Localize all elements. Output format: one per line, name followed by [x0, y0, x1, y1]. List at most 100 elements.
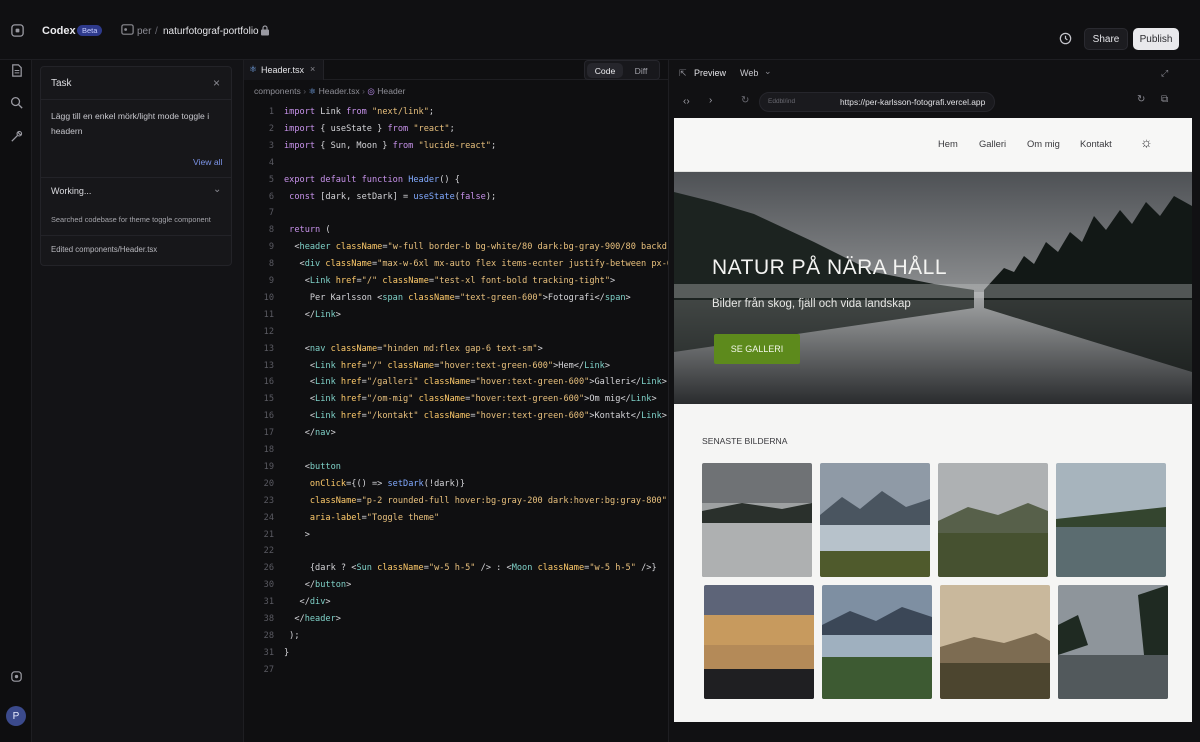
task-panel: Task × Lägg till en enkel mörk/light mod… [32, 60, 244, 742]
section-title: SENASTE BILDERNA [702, 436, 788, 446]
nav-link-om-mig[interactable]: Om mig [1027, 138, 1060, 149]
line-number: 31 [263, 597, 274, 608]
open-external-icon[interactable]: ⧉ [1161, 94, 1168, 105]
settings-icon[interactable] [6, 666, 26, 686]
code-token: > [335, 614, 341, 624]
gallery-image[interactable] [820, 463, 930, 577]
line-number: 28 [263, 630, 274, 641]
code-line[interactable]: 17 </nav> [244, 425, 668, 441]
code-line[interactable]: 31} [244, 645, 668, 661]
logo-icon[interactable] [7, 20, 27, 40]
code-line[interactable]: 9 <Link href="/" className="test-xl font… [244, 273, 668, 289]
code-token: ; [490, 140, 497, 151]
code-line[interactable]: 20 onClick={() => setDark(!dark)} [244, 476, 668, 492]
gallery-image[interactable] [1056, 463, 1166, 577]
code-line[interactable]: 13 <nav className="hinden md:flex gap-6 … [244, 341, 668, 357]
history-icon[interactable] [1055, 28, 1075, 48]
close-icon[interactable]: × [310, 64, 315, 74]
view-all-link[interactable]: View all [193, 157, 222, 167]
breadcrumb-user[interactable]: per [137, 26, 151, 37]
chevron-down-icon[interactable]: ⌄ [213, 184, 221, 195]
gallery-image[interactable] [822, 585, 932, 699]
code-line[interactable]: 24 aria-label="Toggle theme" [244, 510, 668, 526]
code-line[interactable]: 19 <button [244, 459, 668, 475]
code-line[interactable]: 13 <Link href="/" className="hover:text-… [244, 358, 668, 374]
back-icon[interactable]: ‹› [683, 96, 690, 107]
sun-icon[interactable]: ☼ [1140, 134, 1153, 150]
code-token: Link [315, 411, 341, 422]
breadcrumb-item[interactable]: Header [377, 86, 405, 96]
target-select[interactable]: Web [740, 68, 758, 78]
nav-link-hem[interactable]: Hem [938, 138, 958, 149]
code-lines[interactable]: 1 import Link from "next/link"; 2 import { … [244, 104, 668, 704]
tools-icon[interactable] [6, 126, 26, 146]
code-line[interactable]: 22 [244, 543, 668, 559]
code-line[interactable]: 16 <Link href="/galleri" className="hove… [244, 374, 668, 390]
divider [41, 177, 231, 178]
code-token: "w-full border-b bg-white/80 dark:bg-gra… [387, 242, 668, 253]
gallery-image[interactable] [940, 585, 1050, 699]
tab-header-tsx[interactable]: ⚛ Header.tsx × [244, 60, 324, 80]
files-icon[interactable] [6, 60, 26, 80]
gallery-image[interactable] [938, 463, 1048, 577]
code-line[interactable]: 9 <header className="w-full border-b bg-… [244, 239, 668, 255]
code-line[interactable]: 3 import { Sun, Moon } from "lucide-react… [244, 138, 668, 154]
code-token: > [661, 411, 667, 422]
reload-icon[interactable]: ↻ [741, 95, 749, 106]
code-view-button[interactable]: Code [587, 63, 623, 78]
code-line[interactable]: 1 import Link from "next/link"; [244, 104, 668, 120]
share-button[interactable]: Share [1084, 28, 1128, 50]
close-icon[interactable]: × [213, 76, 220, 90]
url-bar[interactable]: Eddbl/ind https://per-karlsson-fotografi… [759, 92, 995, 112]
code-line[interactable]: 16 <Link href="/kontakt" className="hove… [244, 408, 668, 424]
code-line[interactable]: 11 </Link> [244, 307, 668, 323]
gallery-image[interactable] [702, 463, 812, 577]
gallery-image[interactable] [1058, 585, 1168, 699]
line-number: 8 [268, 259, 274, 270]
project-name[interactable]: naturfotograf-portfolio [163, 26, 259, 37]
code-token: "hover:text-green-600" [439, 360, 554, 371]
nav-link-galleri[interactable]: Galleri [979, 138, 1006, 149]
line-number: 18 [263, 445, 274, 455]
code-token: className [423, 411, 471, 422]
code-line[interactable]: 38 </header> [244, 611, 668, 627]
gallery-image[interactable] [704, 585, 814, 699]
code-token: import [284, 123, 321, 134]
code-token: {dark ? < [284, 563, 357, 574]
code-token: "Toggle theme" [366, 512, 440, 523]
code-line[interactable]: 30 </button> [244, 577, 668, 593]
nav-link-kontakt[interactable]: Kontakt [1080, 138, 1112, 149]
code-line[interactable]: 8 <div className="max-w-6xl mx-auto flex… [244, 256, 668, 272]
code-line[interactable]: 21 > [244, 527, 668, 543]
search-icon[interactable] [6, 92, 26, 112]
code-line[interactable]: 6 const [dark, setDark] = useState(false… [244, 189, 668, 205]
code-line[interactable]: 15 <Link href="/om-mig" className="hover… [244, 391, 668, 407]
code-line[interactable]: 26 {dark ? <Sun className="w-5 h-5" /> :… [244, 560, 668, 576]
code-line[interactable]: 18 [244, 442, 668, 458]
breadcrumb-item[interactable]: Header.tsx [319, 86, 360, 96]
code-line[interactable]: 10 Per Karlsson <span className="text-gr… [244, 290, 668, 306]
breadcrumb-item[interactable]: components [254, 86, 301, 96]
diff-view-button[interactable]: Diff [624, 63, 658, 78]
expand-icon[interactable]: ⤢ [1161, 68, 1168, 79]
code-line[interactable]: 4 [244, 155, 668, 171]
code-line[interactable]: 23 className="p-2 rounded-full hover:bg-… [244, 493, 668, 509]
code-token: className [408, 292, 455, 303]
code-line[interactable]: 12 [244, 324, 668, 340]
code-token: import [284, 107, 321, 117]
avatar[interactable]: P [6, 706, 26, 726]
code-line[interactable]: 5 export default function Header() { [244, 172, 668, 188]
cta-button[interactable]: SE GALLERI [714, 334, 800, 364]
chevron-down-icon[interactable]: ⌄ [764, 66, 772, 77]
refresh-icon[interactable]: ↻ [1137, 94, 1145, 105]
forward-icon[interactable]: › [709, 95, 712, 106]
code-line[interactable]: 28 ); [244, 628, 668, 644]
code-line[interactable]: 8 return ( [244, 222, 668, 238]
publish-button[interactable]: Publish [1133, 28, 1179, 50]
code-token: button [315, 580, 347, 591]
code-line[interactable]: 2 import { useState } from "react"; [244, 121, 668, 137]
code-token: > [651, 394, 657, 405]
code-line[interactable]: 27 [244, 662, 668, 678]
code-line[interactable]: 7 [244, 205, 668, 221]
code-line[interactable]: 31 </div> [244, 594, 668, 610]
